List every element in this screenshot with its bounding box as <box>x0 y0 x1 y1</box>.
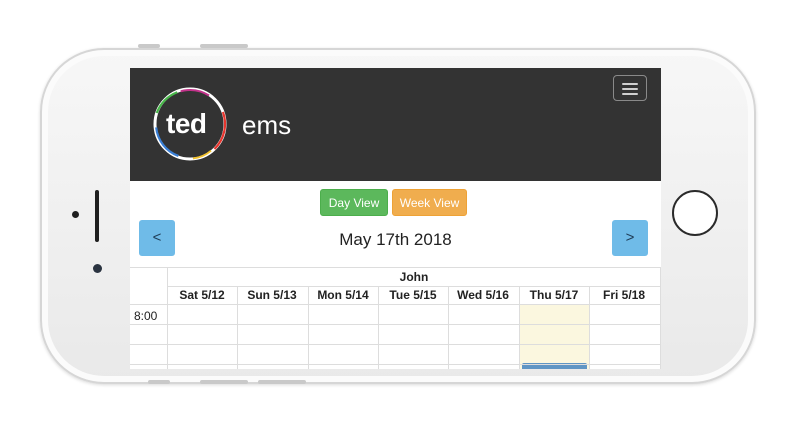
hamburger-menu-icon <box>622 83 638 85</box>
app-screen: ted ems Day View Week View < May 17th 20… <box>130 68 661 369</box>
resource-header: John <box>399 270 429 284</box>
day-header[interactable]: Wed 5/16 <box>448 288 518 302</box>
day-header[interactable]: Sun 5/13 <box>237 288 307 302</box>
day-header[interactable]: Fri 5/18 <box>589 288 659 302</box>
hamburger-menu-button[interactable] <box>613 75 647 101</box>
grid-line <box>130 364 661 365</box>
phone-camera-dot <box>93 264 102 273</box>
hamburger-menu-icon-bar <box>622 88 638 90</box>
grid-line <box>130 344 661 345</box>
time-slot-label: 8:00 <box>134 309 158 323</box>
grid-line <box>167 286 661 287</box>
day-view-button[interactable]: Day View <box>320 189 388 216</box>
logo-text: ted <box>166 108 207 139</box>
grid-line <box>130 324 661 325</box>
home-button[interactable] <box>672 190 718 236</box>
phone-top-button <box>200 44 248 48</box>
brand-suffix[interactable]: ems <box>242 110 291 141</box>
phone-sensor-dot <box>72 211 79 218</box>
day-header[interactable]: Sat 5/12 <box>167 288 237 302</box>
hamburger-menu-icon-bar <box>622 93 638 95</box>
today-highlight <box>519 305 589 369</box>
phone-top-button-2 <box>138 44 160 48</box>
day-header[interactable]: Tue 5/15 <box>378 288 448 302</box>
next-button[interactable]: > <box>612 220 648 256</box>
phone-bottom-button-3 <box>258 380 306 384</box>
grid-line <box>130 304 661 305</box>
phone-bottom-button-2 <box>200 380 248 384</box>
week-view-button[interactable]: Week View <box>392 189 467 216</box>
grid-line <box>130 267 661 268</box>
previous-button[interactable]: < <box>139 220 175 256</box>
current-date-title: May 17th 2018 <box>339 230 452 249</box>
calendar-grid: John Sat 5/12 Sun 5/13 Mon 5/14 Tue 5/15… <box>130 267 661 369</box>
phone-bottom-button <box>148 380 170 384</box>
phone-speaker <box>95 190 99 242</box>
day-header[interactable]: Mon 5/14 <box>308 288 378 302</box>
navbar: ted ems <box>130 68 661 181</box>
day-header[interactable]: Thu 5/17 <box>519 288 589 302</box>
